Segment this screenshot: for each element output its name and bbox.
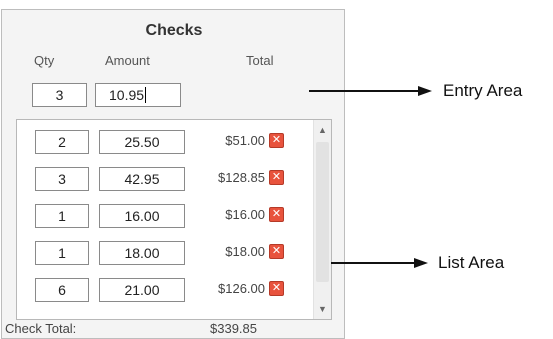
row-amount-input[interactable]: 16.00	[99, 204, 185, 228]
scroll-thumb[interactable]	[316, 142, 329, 282]
scroll-down-icon[interactable]: ▼	[314, 301, 331, 317]
list-item: 1 16.00 $16.00 ✕	[17, 204, 313, 228]
delete-row-icon[interactable]: ✕	[269, 244, 284, 259]
row-amount-input[interactable]: 18.00	[99, 241, 185, 265]
list-scrollbar[interactable]: ▲ ▼	[313, 120, 331, 319]
entry-area-arrow-line	[309, 90, 420, 92]
header-qty: Qty	[34, 53, 55, 68]
list-item: 1 18.00 $18.00 ✕	[17, 241, 313, 265]
row-qty-input[interactable]: 1	[35, 204, 89, 228]
check-total-label: Check Total:	[5, 321, 77, 336]
list-area-label: List Area	[438, 253, 505, 272]
row-qty-input[interactable]: 2	[35, 130, 89, 154]
row-amount-input[interactable]: 21.00	[99, 278, 185, 302]
panel-title: Checks	[145, 22, 203, 39]
row-qty-input[interactable]: 3	[35, 167, 89, 191]
entry-amount-input[interactable]: 10.95	[95, 83, 181, 107]
row-total: $16.00	[225, 207, 265, 222]
row-qty-input[interactable]: 6	[35, 278, 89, 302]
checks-list: 2 25.50 $51.00 ✕ 3 42.95 $128.85 ✕ 1 16.…	[16, 119, 332, 320]
entry-qty-input[interactable]: 3	[32, 83, 87, 107]
header-total: Total	[246, 53, 274, 68]
list-area-arrowhead	[414, 258, 428, 268]
row-total: $126.00	[218, 281, 265, 296]
row-amount-input[interactable]: 25.50	[99, 130, 185, 154]
list-item: 3 42.95 $128.85 ✕	[17, 167, 313, 191]
text-cursor	[145, 87, 147, 103]
delete-row-icon[interactable]: ✕	[269, 170, 284, 185]
check-total-value: $339.85	[210, 321, 257, 336]
delete-row-icon[interactable]: ✕	[269, 281, 284, 296]
list-area-arrow-line	[331, 262, 416, 264]
scroll-up-icon[interactable]: ▲	[314, 122, 331, 138]
list-item: 2 25.50 $51.00 ✕	[17, 130, 313, 154]
row-total: $51.00	[225, 133, 265, 148]
row-qty-input[interactable]: 1	[35, 241, 89, 265]
checks-panel: Checks Qty Amount Total 3 10.95 2 25.50 …	[1, 9, 345, 339]
list-item: 6 21.00 $126.00 ✕	[17, 278, 313, 302]
header-amount: Amount	[105, 53, 150, 68]
entry-area-label: Entry Area	[443, 81, 523, 100]
row-amount-input[interactable]: 42.95	[99, 167, 185, 191]
row-total: $18.00	[225, 244, 265, 259]
delete-row-icon[interactable]: ✕	[269, 207, 284, 222]
entry-area-arrowhead	[418, 86, 432, 96]
row-total: $128.85	[218, 170, 265, 185]
delete-row-icon[interactable]: ✕	[269, 133, 284, 148]
